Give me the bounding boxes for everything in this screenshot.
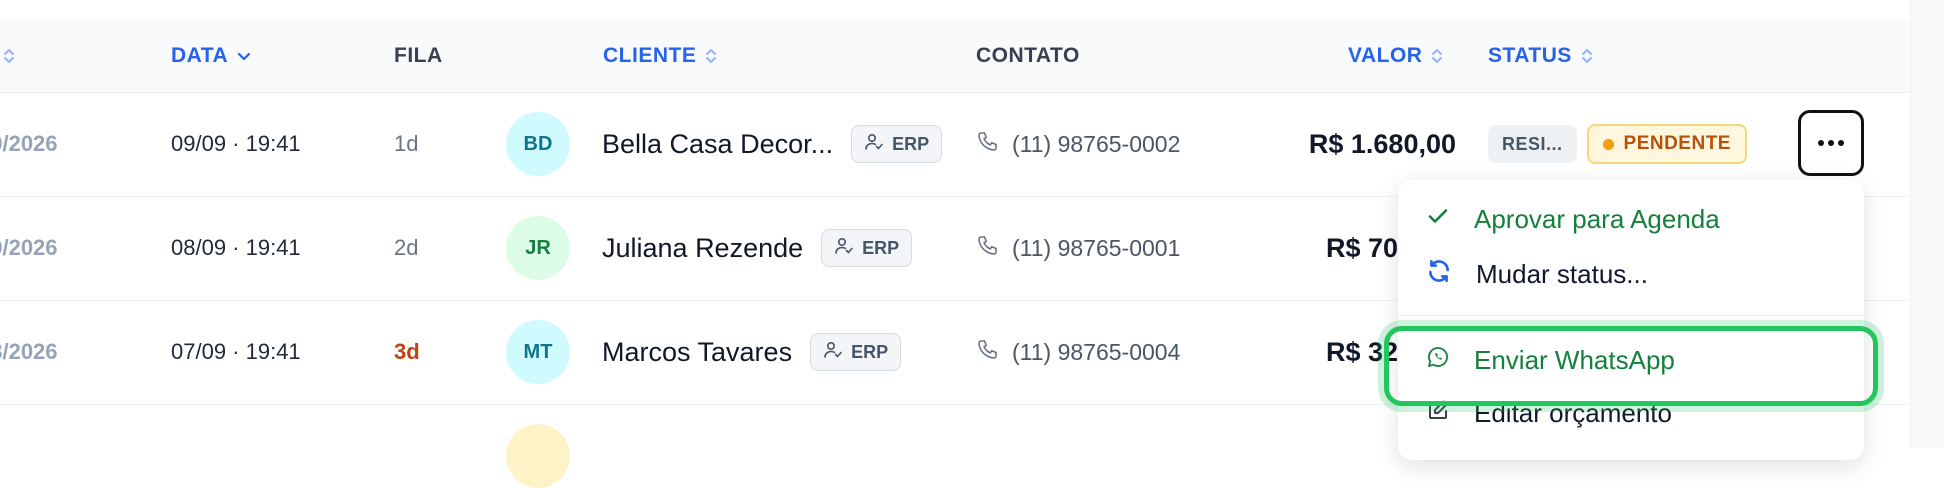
menu-item-change-status-label: Mudar status... (1476, 259, 1648, 289)
queue-days: 1d (394, 131, 419, 156)
column-header-data[interactable]: DATA (171, 20, 252, 92)
avatar: JR (506, 216, 570, 280)
phone-icon (976, 337, 1000, 367)
sort-icon (1580, 46, 1594, 66)
focus-highlight (1384, 326, 1878, 406)
budget-date: 08/09 · 19:41 (171, 235, 301, 260)
column-header-status[interactable]: STATUS (1488, 20, 1594, 92)
refresh-icon (1426, 258, 1452, 291)
column-header-fila: FILA (394, 20, 443, 92)
budget-number: 48/2026 (0, 339, 58, 364)
column-header-data-label: DATA (171, 44, 229, 67)
status-dot-icon (1602, 138, 1614, 150)
status-badge-label: PENDENTE (1623, 133, 1731, 154)
menu-item-change-status[interactable]: Mudar status... (1426, 258, 1648, 291)
phone-icon (976, 233, 1000, 263)
status-badge-secondary: RESI... (1488, 125, 1577, 163)
top-strip (0, 0, 1910, 21)
budget-number: 50/2026 (0, 131, 58, 156)
client-avatar-cell: JR (506, 196, 570, 300)
menu-item-approve[interactable]: Aprovar para Agenda (1426, 204, 1720, 235)
client-name[interactable]: Marcos Tavares (602, 337, 792, 368)
column-header-contato-label: CONTATO (976, 44, 1080, 67)
client-cell[interactable]: Marcos Tavares ERP (602, 300, 902, 404)
table-header: º DATA FILA CLIENTE CONTATO VALOR STATUS (0, 20, 1910, 93)
check-icon (1426, 204, 1450, 235)
client-name[interactable]: Juliana Rezende (602, 233, 803, 264)
actions-dropdown-menu: Aprovar para Agenda Mudar status... Envi… (1398, 180, 1864, 460)
status-badge[interactable]: PENDENTE (1586, 124, 1747, 164)
column-header-status-label: STATUS (1488, 44, 1572, 67)
contact-phone[interactable]: (11) 98765-0002 (1012, 131, 1180, 158)
avatar: MT (506, 320, 570, 384)
sort-icon (704, 46, 718, 66)
contact-cell[interactable]: (11) 98765-0002 (976, 92, 1180, 196)
erp-badge: ERP (821, 229, 913, 267)
user-check-icon (834, 236, 854, 261)
more-icon (1817, 134, 1845, 152)
column-header-number[interactable]: º (0, 20, 16, 92)
menu-item-approve-label: Aprovar para Agenda (1474, 204, 1720, 234)
sort-icon (2, 46, 16, 66)
column-header-cliente-label: CLIENTE (603, 44, 697, 67)
avatar: BD (506, 112, 570, 176)
budget-date: 07/09 · 19:41 (171, 339, 301, 364)
contact-cell[interactable]: (11) 98765-0001 (976, 196, 1180, 300)
column-header-fila-label: FILA (394, 44, 443, 67)
more-actions-button[interactable] (1798, 110, 1864, 176)
column-header-valor[interactable]: VALOR (1348, 20, 1444, 92)
contact-cell[interactable]: (11) 98765-0004 (976, 300, 1180, 404)
user-check-icon (823, 340, 843, 365)
client-name[interactable]: Bella Casa Decor... (602, 129, 833, 160)
column-header-valor-label: VALOR (1348, 44, 1423, 67)
queue-days: 3d (394, 339, 420, 364)
erp-badge-label: ERP (892, 133, 930, 154)
column-header-contato: CONTATO (976, 20, 1080, 92)
user-check-icon (864, 132, 884, 157)
contact-phone[interactable]: (11) 98765-0004 (1012, 339, 1180, 366)
column-header-cliente[interactable]: CLIENTE (603, 20, 718, 92)
erp-badge: ERP (810, 333, 902, 371)
client-avatar-cell: BD (506, 92, 570, 196)
erp-badge: ERP (851, 125, 943, 163)
menu-divider (1398, 315, 1864, 316)
scrollbar-track[interactable] (1910, 0, 1944, 448)
phone-icon (976, 129, 1000, 159)
budget-number: 49/2026 (0, 235, 58, 260)
erp-badge-label: ERP (862, 237, 900, 258)
client-cell[interactable]: Bella Casa Decor... ERP (602, 92, 943, 196)
client-cell[interactable]: Juliana Rezende ERP (602, 196, 913, 300)
chevron-down-icon (236, 48, 252, 64)
client-avatar-cell: MT (506, 300, 570, 404)
sort-icon (1430, 46, 1444, 66)
contact-phone[interactable]: (11) 98765-0001 (1012, 235, 1180, 262)
erp-badge-label: ERP (851, 341, 889, 362)
avatar (506, 424, 570, 488)
queue-days: 2d (394, 235, 419, 260)
budget-date: 09/09 · 19:41 (171, 131, 301, 156)
